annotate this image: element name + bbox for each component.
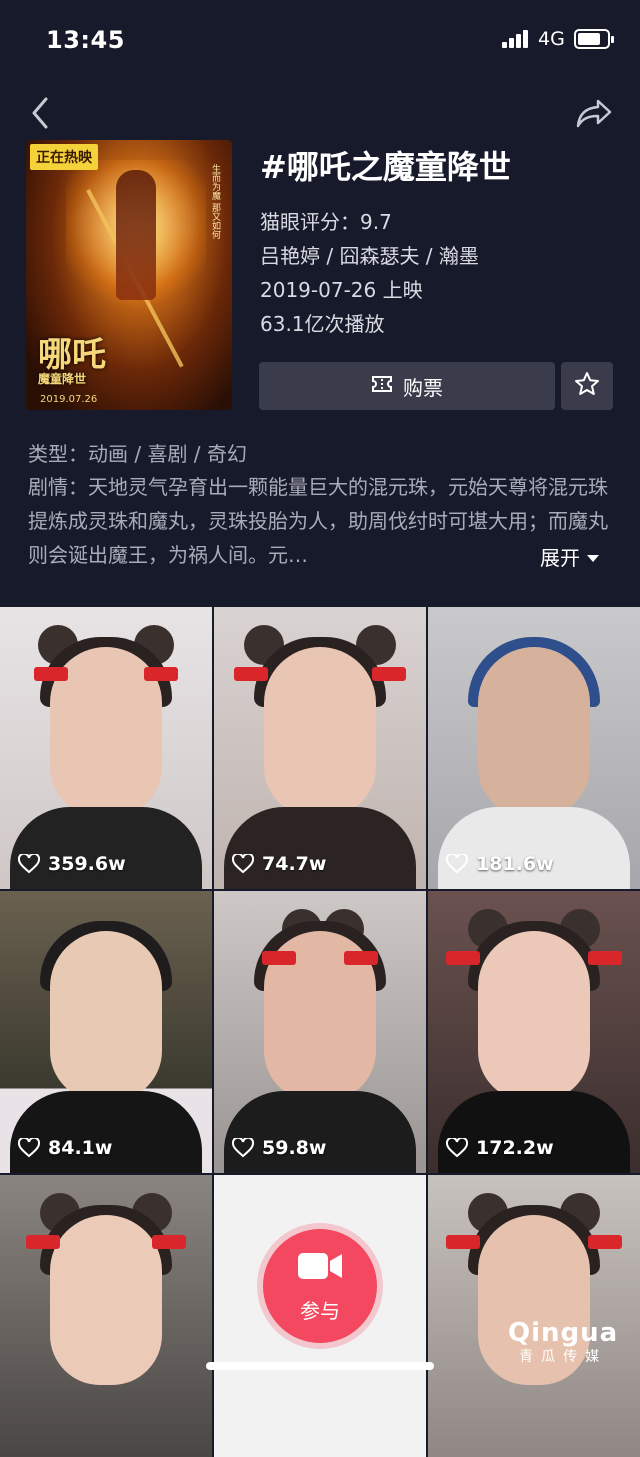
watermark-logo: Qingua 青瓜传媒: [508, 1318, 618, 1366]
join-button[interactable]: 参与: [263, 1229, 377, 1343]
like-count-text: 359.6w: [48, 853, 126, 875]
video-tile[interactable]: [0, 1175, 212, 1457]
video-tile[interactable]: 359.6w: [0, 607, 212, 889]
like-count: 59.8w: [232, 1137, 326, 1159]
share-icon[interactable]: [574, 95, 614, 131]
like-count: 181.6w: [446, 853, 554, 875]
video-tile[interactable]: 74.7w: [214, 607, 426, 889]
join-tile[interactable]: 参与: [214, 1175, 426, 1457]
like-count: 359.6w: [18, 853, 126, 875]
home-indicator[interactable]: [206, 1362, 434, 1370]
poster-title-text: 哪吒: [38, 335, 106, 375]
back-icon[interactable]: [26, 95, 58, 131]
play-count: 63.1亿次播放: [260, 312, 385, 336]
status-bar: 13:45 4G: [0, 0, 640, 80]
network-type: 4G: [538, 28, 565, 50]
video-tile[interactable]: 172.2w: [428, 891, 640, 1173]
like-count: 172.2w: [446, 1137, 554, 1159]
video-camera-icon: [296, 1249, 344, 1287]
buy-ticket-button[interactable]: 购票: [259, 362, 555, 410]
like-count-text: 172.2w: [476, 1137, 554, 1159]
caret-down-icon: [586, 545, 600, 569]
video-tile[interactable]: 84.1w: [0, 891, 212, 1173]
now-showing-badge: 正在热映: [30, 144, 98, 170]
star-icon: [574, 371, 600, 401]
poster-tagline: 生而为魔 那又如何: [210, 164, 220, 239]
clock: 13:45: [46, 26, 125, 54]
like-count: 84.1w: [18, 1137, 112, 1159]
video-tile[interactable]: 181.6w: [428, 607, 640, 889]
battery-icon: [574, 29, 614, 49]
like-count-text: 181.6w: [476, 853, 554, 875]
plot-summary: 剧情：天地灵气孕育出一颗能量巨大的混元珠，元始天尊将混元珠提炼成灵珠和魔丸，灵珠…: [28, 475, 608, 567]
movie-title: #哪吒之魔童降世: [260, 148, 511, 186]
favorite-button[interactable]: [561, 362, 613, 410]
poster-title: 哪吒 魔童降世: [38, 338, 106, 386]
watermark-sub: 青瓜传媒: [519, 1349, 608, 1365]
buy-ticket-label: 购票: [403, 375, 443, 400]
heart-icon: [232, 1138, 254, 1158]
signal-icon: [502, 30, 532, 48]
like-count-text: 74.7w: [262, 853, 327, 875]
video-tile[interactable]: 59.8w: [214, 891, 426, 1173]
heart-icon: [446, 854, 468, 874]
heart-icon: [232, 854, 254, 874]
release-date: 2019-07-26 上映: [260, 278, 423, 302]
expand-label: 展开: [540, 546, 580, 570]
watermark-main: Qingua: [508, 1318, 619, 1348]
genre: 类型：动画 / 喜剧 / 奇幻: [28, 442, 247, 466]
rating: 猫眼评分：9.7: [260, 210, 392, 234]
poster-date: 2019.07.26: [40, 394, 98, 405]
video-tile[interactable]: [428, 1175, 640, 1457]
like-count: 74.7w: [232, 853, 326, 875]
heart-icon: [18, 854, 40, 874]
movie-poster[interactable]: 正在热映 生而为魔 那又如何 哪吒 魔童降世 2019.07.26: [26, 140, 232, 410]
video-grid: 359.6w 74.7w 181.6w 84.1w 59.8w 172.2w 参…: [0, 607, 640, 1457]
heart-icon: [446, 1138, 468, 1158]
like-count-text: 59.8w: [262, 1137, 327, 1159]
ticket-icon: [371, 374, 393, 399]
heart-icon: [18, 1138, 40, 1158]
expand-button[interactable]: 展开: [540, 542, 600, 571]
cast: 吕艳婷 / 囧森瑟夫 / 瀚墨: [260, 244, 479, 268]
like-count-text: 84.1w: [48, 1137, 113, 1159]
join-label: 参与: [300, 1298, 340, 1323]
